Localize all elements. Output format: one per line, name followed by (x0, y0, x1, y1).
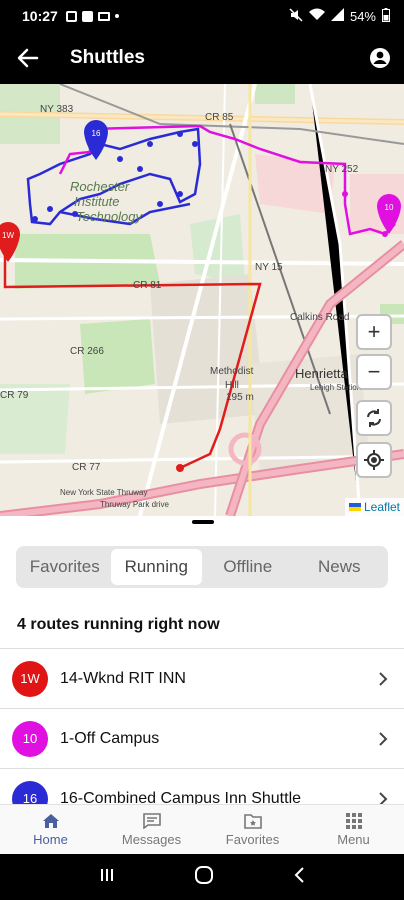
locate-me-button[interactable] (356, 442, 392, 478)
nav-favorites-label: Favorites (225, 831, 280, 847)
nav-messages-label: Messages (121, 831, 182, 847)
status-time: 10:27 (22, 8, 58, 24)
back-chevron-icon (294, 866, 304, 883)
route-badge: 1W (12, 660, 48, 697)
tab-running[interactable]: Running (110, 549, 202, 585)
map-label-methodist-2: Hill (225, 380, 239, 391)
sheet-drag-handle[interactable] (192, 520, 214, 524)
map-label-rit-2: Institute (74, 194, 120, 209)
home-circle-icon (194, 865, 213, 884)
notification-icons (65, 10, 119, 22)
route-badge: 16 (12, 780, 48, 804)
map-label-rit-3: Technology (76, 209, 143, 224)
chevron-right-icon (379, 672, 388, 686)
svg-text:1W: 1W (2, 231, 14, 240)
gps-locate-icon (364, 450, 384, 470)
zoom-out-button[interactable]: − (356, 354, 392, 390)
tab-segmented-control: Favorites Running Offline News (16, 546, 388, 588)
map-label-cr266: CR 266 (70, 346, 104, 357)
tab-offline[interactable]: Offline (202, 549, 294, 585)
route-list: 1W 14-Wknd RIT INN 10 1-Off Campus 16 16… (0, 648, 404, 804)
message-icon (142, 812, 161, 829)
tab-favorites[interactable]: Favorites (19, 549, 111, 585)
map-label-thruway: New York State Thruway (60, 488, 148, 497)
folder-star-icon (243, 813, 262, 829)
battery-level: 54% (349, 8, 376, 24)
chevron-right-icon (379, 792, 388, 804)
status-bar: 10:27 54% (0, 0, 404, 32)
refresh-icon (367, 409, 381, 427)
nav-messages[interactable]: Messages (101, 805, 202, 854)
map-label-ny15: NY 15 (255, 262, 283, 273)
arrow-left-icon (17, 48, 39, 68)
battery-icon (382, 7, 390, 25)
chevron-right-icon (379, 732, 388, 746)
nav-home-label: Home (33, 831, 68, 847)
map-label-calkins: Calkins Road (290, 312, 350, 323)
map-label-methodist-1: Methodist (210, 366, 254, 377)
zoom-in-button[interactable]: + (356, 314, 392, 350)
refresh-button[interactable] (356, 400, 392, 436)
route-name: 14-Wknd RIT INN (60, 669, 186, 687)
mute-icon (289, 7, 303, 25)
nav-favorites[interactable]: Favorites (202, 805, 303, 854)
signal-icon (330, 8, 344, 24)
leaflet-attribution[interactable]: Leaflet (344, 498, 404, 516)
map-label-ny252: NY 252 (325, 164, 359, 175)
back-button[interactable] (0, 32, 56, 84)
map-label-ny383: NY 383 (40, 104, 74, 115)
route-row[interactable]: 16 16-Combined Campus Inn Shuttle (0, 768, 404, 804)
route-row[interactable]: 10 1-Off Campus (0, 708, 404, 768)
nav-menu-label: Menu (337, 831, 370, 847)
map-label-cr85: CR 85 (205, 112, 234, 123)
map-label-thruway-park: Thruway Park drive (100, 500, 169, 509)
map-tiles: 16 10 1W (0, 84, 404, 516)
gmail-notification-icon (97, 11, 110, 21)
home-system-button[interactable] (194, 865, 214, 890)
map-label-cr79: CR 79 (0, 390, 29, 401)
map-label-cr81: CR 81 (133, 280, 162, 291)
attribution-link[interactable]: Leaflet (364, 500, 400, 514)
map-label-cr77: CR 77 (72, 462, 101, 473)
more-notifications-dot (114, 14, 119, 18)
app-bar: Shuttles (0, 32, 404, 84)
route-name: 16-Combined Campus Inn Shuttle (60, 789, 302, 805)
map-label-henrietta: Henrietta (295, 366, 348, 381)
bottom-navigation: Home Messages Favorites Menu (0, 804, 404, 854)
recent-apps-icon (101, 868, 114, 881)
system-navigation-bar (0, 854, 404, 900)
map-label-elevation: 195 m (226, 392, 254, 403)
shuttle-map[interactable]: 16 10 1W NY 383 CR 85 NY 252 Rochester I… (0, 84, 404, 516)
svg-text:16: 16 (92, 129, 101, 138)
route-badge: 10 (12, 720, 48, 757)
image-notification-icon (65, 10, 77, 22)
page-title: Shuttles (70, 47, 145, 68)
routes-heading: 4 routes running right now (17, 616, 220, 633)
route-name: 1-Off Campus (60, 729, 160, 747)
home-icon (42, 813, 59, 828)
recent-apps-button[interactable] (99, 867, 115, 888)
wifi-icon (308, 8, 325, 24)
route-row[interactable]: 1W 14-Wknd RIT INN (0, 648, 404, 708)
bottom-sheet: Favorites Running Offline News 4 routes … (0, 516, 404, 804)
account-circle-icon (370, 48, 390, 68)
nav-menu[interactable]: Menu (303, 805, 404, 854)
map-label-rit-1: Rochester (70, 179, 130, 194)
nav-home[interactable]: Home (0, 805, 101, 854)
ukraine-flag-icon (348, 503, 361, 511)
tab-news[interactable]: News (294, 549, 386, 585)
account-button[interactable] (368, 46, 392, 70)
back-system-button[interactable] (293, 866, 305, 889)
calendar-notification-icon (81, 10, 93, 22)
grid-menu-icon (345, 812, 362, 829)
svg-text:10: 10 (385, 203, 394, 212)
